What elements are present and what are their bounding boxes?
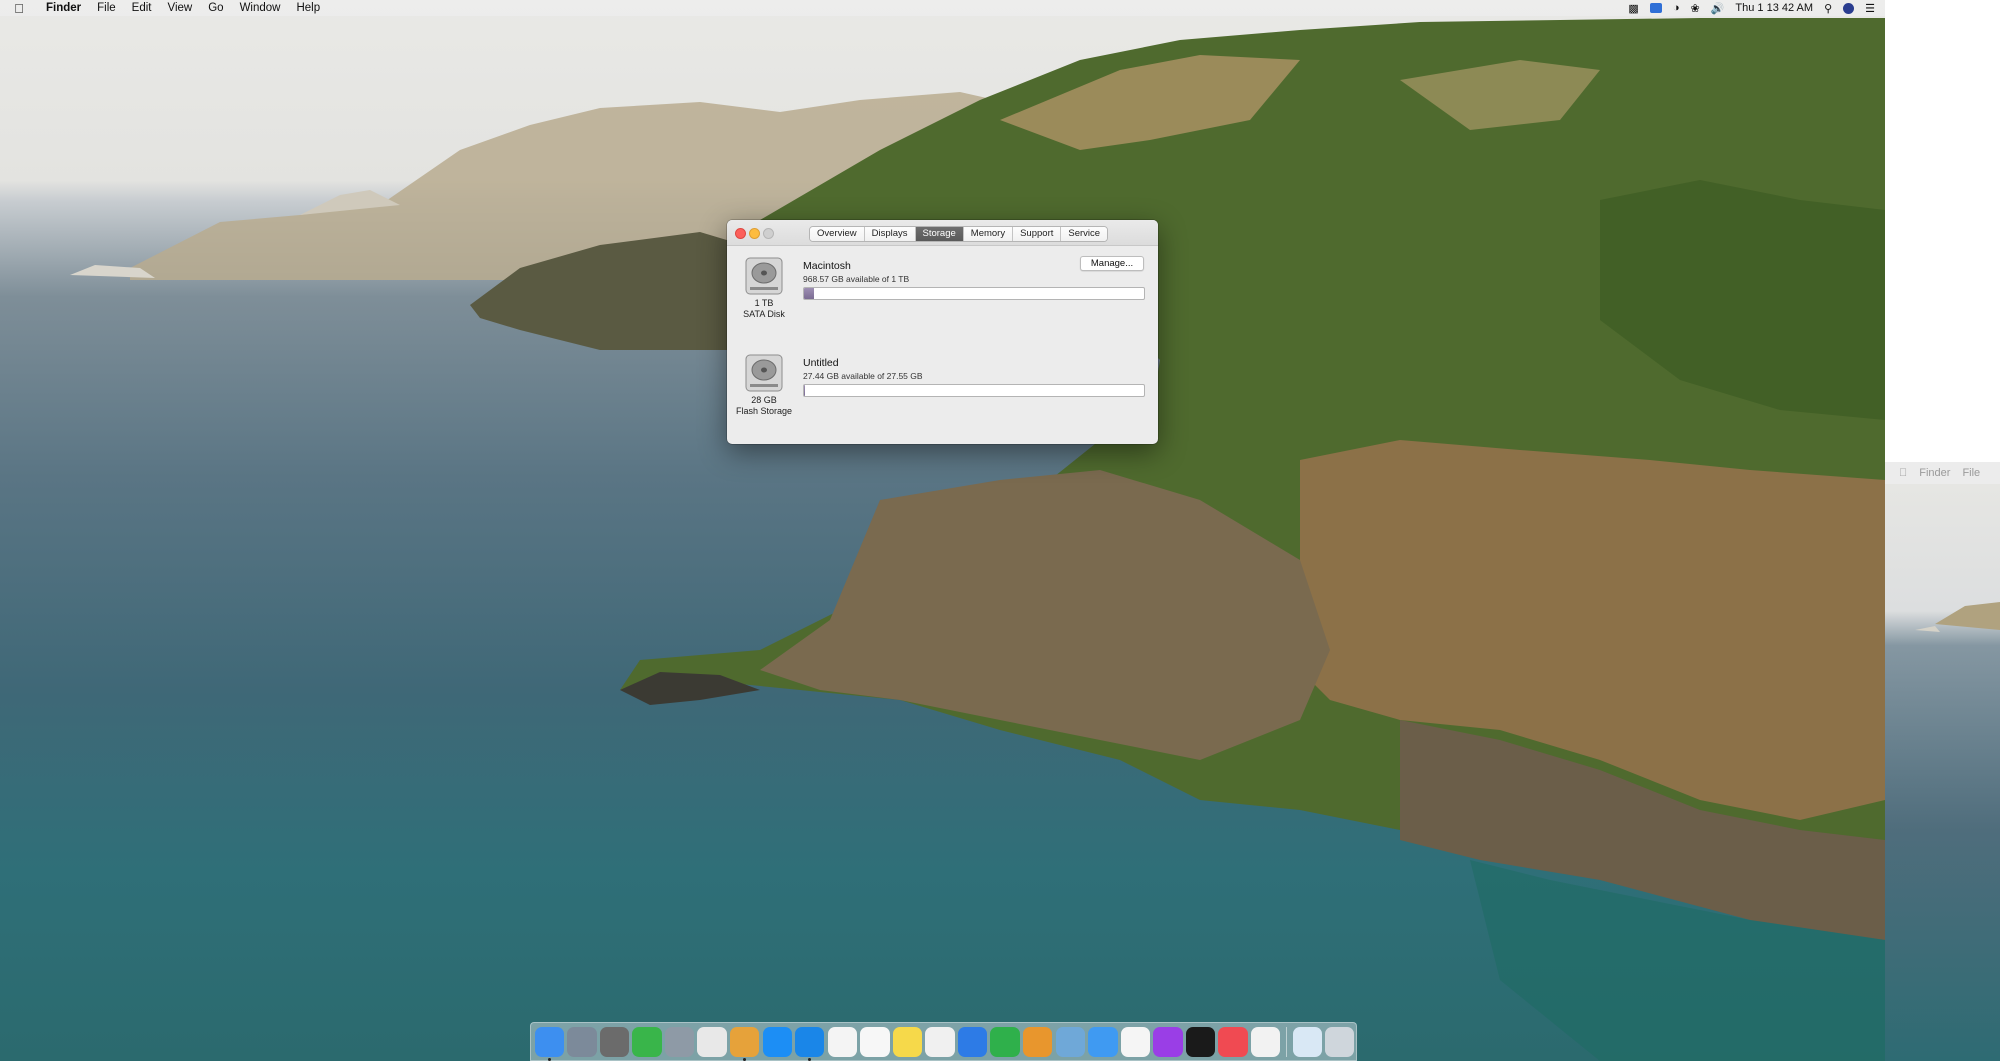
disk-utility-icon[interactable] — [664, 1026, 695, 1057]
messages-icon[interactable] — [1088, 1026, 1118, 1057]
numbers-icon[interactable] — [990, 1026, 1020, 1057]
menu-clock[interactable]: Thu 1 13 42 AM — [1735, 2, 1813, 14]
disk-name: Untitled — [803, 357, 839, 369]
running-indicator — [743, 1057, 747, 1061]
desktop-wallpaper — [0, 0, 1885, 1061]
about-this-mac-window: Overview Displays Storage Memory Support… — [727, 220, 1158, 444]
display-icon[interactable] — [1649, 3, 1662, 13]
menu-list-icon[interactable]: ☰ — [1865, 2, 1875, 15]
tab-overview[interactable]: Overview — [810, 227, 865, 241]
secondary-wallpaper — [1885, 484, 2000, 1061]
secondary-menu-file[interactable]: File — [1962, 467, 1980, 479]
menu-help[interactable]: Help — [288, 0, 328, 16]
storage-used-fill — [804, 288, 815, 299]
system-preferences-icon[interactable] — [599, 1026, 630, 1057]
menu-file[interactable]: File — [89, 0, 124, 16]
find-my-icon[interactable] — [632, 1026, 662, 1057]
launchpad-icon[interactable] — [567, 1026, 597, 1057]
wifi-icon[interactable]: ❀ — [1690, 2, 1699, 15]
storage-bar — [803, 287, 1145, 300]
airdrop-icon[interactable]: ◑ — [1673, 2, 1680, 14]
reminders-icon[interactable] — [860, 1026, 890, 1057]
calendar-icon[interactable] — [827, 1026, 858, 1057]
home-folder-icon[interactable] — [729, 1026, 760, 1061]
status-area: ▩ ◑ ❀ 🔊 Thu 1 13 42 AM ⚲ ☰ — [1628, 0, 1875, 16]
secondary-menubar:  Finder File — [1885, 462, 2000, 484]
photos-icon[interactable] — [1250, 1026, 1281, 1057]
disk-available: 968.57 GB available of 1 TB — [803, 274, 910, 284]
disk-capacity: 28 GB — [751, 395, 777, 405]
menu-edit[interactable]: Edit — [124, 0, 160, 16]
tab-storage[interactable]: Storage — [915, 227, 964, 241]
minimize-button[interactable] — [749, 228, 760, 239]
news-icon[interactable] — [1218, 1026, 1248, 1057]
search-icon[interactable]: ⚲ — [1824, 2, 1832, 15]
podcasts-icon[interactable] — [1153, 1026, 1183, 1057]
textedit-icon[interactable] — [925, 1026, 955, 1057]
screenshot-icon[interactable] — [697, 1026, 727, 1057]
hard-disk-icon — [745, 354, 783, 392]
safari-icon[interactable] — [795, 1026, 825, 1061]
secondary-menu-app[interactable]: Finder — [1919, 467, 1950, 479]
user-icon[interactable] — [1843, 2, 1855, 14]
disk-capacity: 1 TB — [754, 298, 774, 308]
dock-separator — [1285, 1026, 1287, 1057]
secondary-display:  Finder File — [1885, 0, 2000, 1061]
disk-kind: SATA Disk — [743, 309, 785, 319]
zoom-button[interactable] — [763, 228, 774, 239]
window-titlebar[interactable]: Overview Displays Storage Memory Support… — [727, 220, 1158, 246]
disk-available: 27.44 GB available of 27.55 GB — [803, 371, 923, 381]
storage-bar — [803, 384, 1145, 397]
trash-icon[interactable] — [1325, 1026, 1355, 1057]
menu-window[interactable]: Window — [232, 0, 289, 16]
tab-service[interactable]: Service — [1061, 227, 1108, 241]
pages-icon[interactable] — [1023, 1026, 1053, 1057]
volume-icon[interactable]: 🔊 — [1711, 2, 1725, 15]
keynote-icon[interactable] — [957, 1026, 988, 1057]
notes-icon[interactable] — [892, 1026, 923, 1057]
coastline-landscape — [70, 18, 1885, 1061]
finder-icon[interactable] — [534, 1026, 564, 1061]
app-store-icon[interactable] — [762, 1026, 792, 1057]
tab-support[interactable]: Support — [1013, 227, 1062, 241]
manage-button[interactable]: Manage... — [1080, 256, 1144, 271]
secondary-landscape — [1915, 602, 2000, 632]
dock — [530, 1022, 1357, 1061]
menu-bar:  Finder File Edit View Go Window Help ▩… — [0, 0, 1885, 16]
hard-disk-icon — [745, 257, 783, 295]
running-indicator — [547, 1057, 551, 1061]
storage-used-fill — [804, 385, 806, 396]
apple-icon[interactable]:  — [0, 1, 38, 16]
tv-icon[interactable] — [1185, 1026, 1216, 1057]
running-indicator — [808, 1057, 812, 1061]
disk-row-untitled: 28 GB Flash Storage Untitled 27.44 GB av… — [727, 343, 1158, 438]
tab-bar: Overview Displays Storage Memory Support… — [809, 226, 1109, 242]
downloads-folder-icon[interactable] — [1292, 1026, 1322, 1057]
preview-icon[interactable] — [1055, 1026, 1085, 1057]
disk-kind: Flash Storage — [735, 406, 793, 416]
disk-row-macintosh: 1 TB SATA Disk Macintosh 968.57 GB avail… — [727, 246, 1158, 341]
tab-memory[interactable]: Memory — [963, 227, 1014, 241]
menu-go[interactable]: Go — [200, 0, 231, 16]
tab-displays[interactable]: Displays — [864, 227, 916, 241]
control-strip-icon[interactable]: ▩ — [1628, 2, 1638, 15]
close-button[interactable] — [735, 228, 746, 239]
music-icon[interactable] — [1120, 1026, 1151, 1057]
menu-app-finder[interactable]: Finder — [38, 0, 89, 16]
menu-view[interactable]: View — [160, 0, 201, 16]
disk-name: Macintosh — [803, 260, 851, 272]
apple-icon[interactable]:  — [1899, 467, 1907, 479]
